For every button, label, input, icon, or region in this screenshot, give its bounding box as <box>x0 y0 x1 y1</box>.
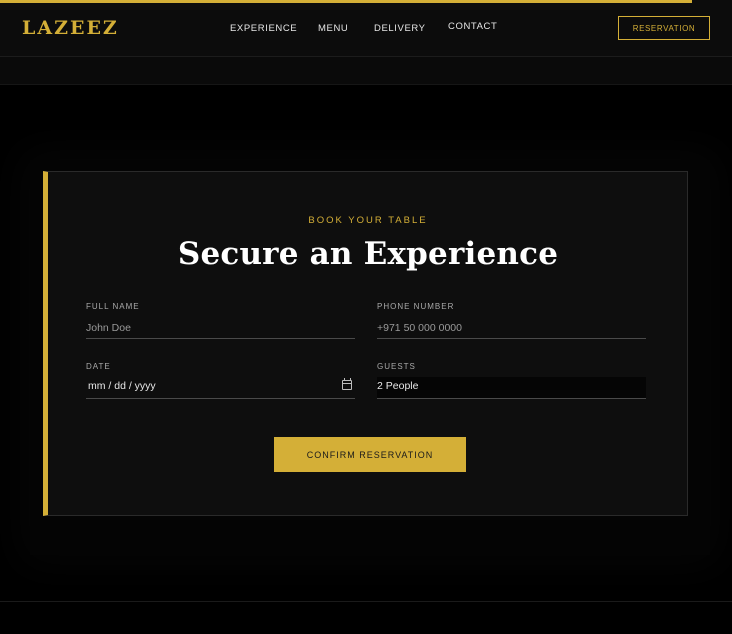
phone-field: PHONE NUMBER <box>377 302 646 339</box>
date-input[interactable]: mm / dd / yyyy <box>86 377 355 399</box>
calendar-icon[interactable] <box>342 378 352 390</box>
booking-title: Secure an Experience <box>177 236 559 272</box>
booking-eyebrow: BOOK YOUR TABLE <box>308 215 428 226</box>
nav-link-contact[interactable]: CONTACT <box>448 21 497 32</box>
full-name-field: FULL NAME <box>86 302 355 339</box>
reservation-button[interactable]: RESERVATION <box>618 16 710 40</box>
phone-label: PHONE NUMBER <box>377 302 455 311</box>
guests-field: GUESTS 2 People <box>377 362 646 399</box>
guests-select-value: 2 People <box>377 380 419 392</box>
date-label: DATE <box>86 362 111 371</box>
scroll-progress-bar <box>0 0 732 3</box>
phone-input[interactable] <box>377 317 646 339</box>
nav-link-menu[interactable]: MENU <box>318 23 348 34</box>
date-field: DATE mm / dd / yyyy <box>86 362 355 399</box>
top-navigation: LAZEEZ EXPERIENCE MENU DELIVERY CONTACT … <box>0 0 732 57</box>
nav-link-experience[interactable]: EXPERIENCE <box>230 23 297 34</box>
full-name-input[interactable] <box>86 317 355 339</box>
booking-card: BOOK YOUR TABLE Secure an Experience FUL… <box>43 171 688 516</box>
guests-select[interactable]: 2 People <box>377 377 646 399</box>
date-input-value: mm / dd / yyyy <box>88 380 156 392</box>
footer-divider <box>0 601 732 602</box>
nav-link-delivery[interactable]: DELIVERY <box>374 23 426 34</box>
sub-navigation-bar <box>0 57 732 85</box>
full-name-label: FULL NAME <box>86 302 140 311</box>
confirm-reservation-button[interactable]: CONFIRM RESERVATION <box>274 437 466 472</box>
brand-logo[interactable]: LAZEEZ <box>22 17 119 39</box>
scroll-progress-fill <box>0 0 692 3</box>
guests-label: GUESTS <box>377 362 416 371</box>
